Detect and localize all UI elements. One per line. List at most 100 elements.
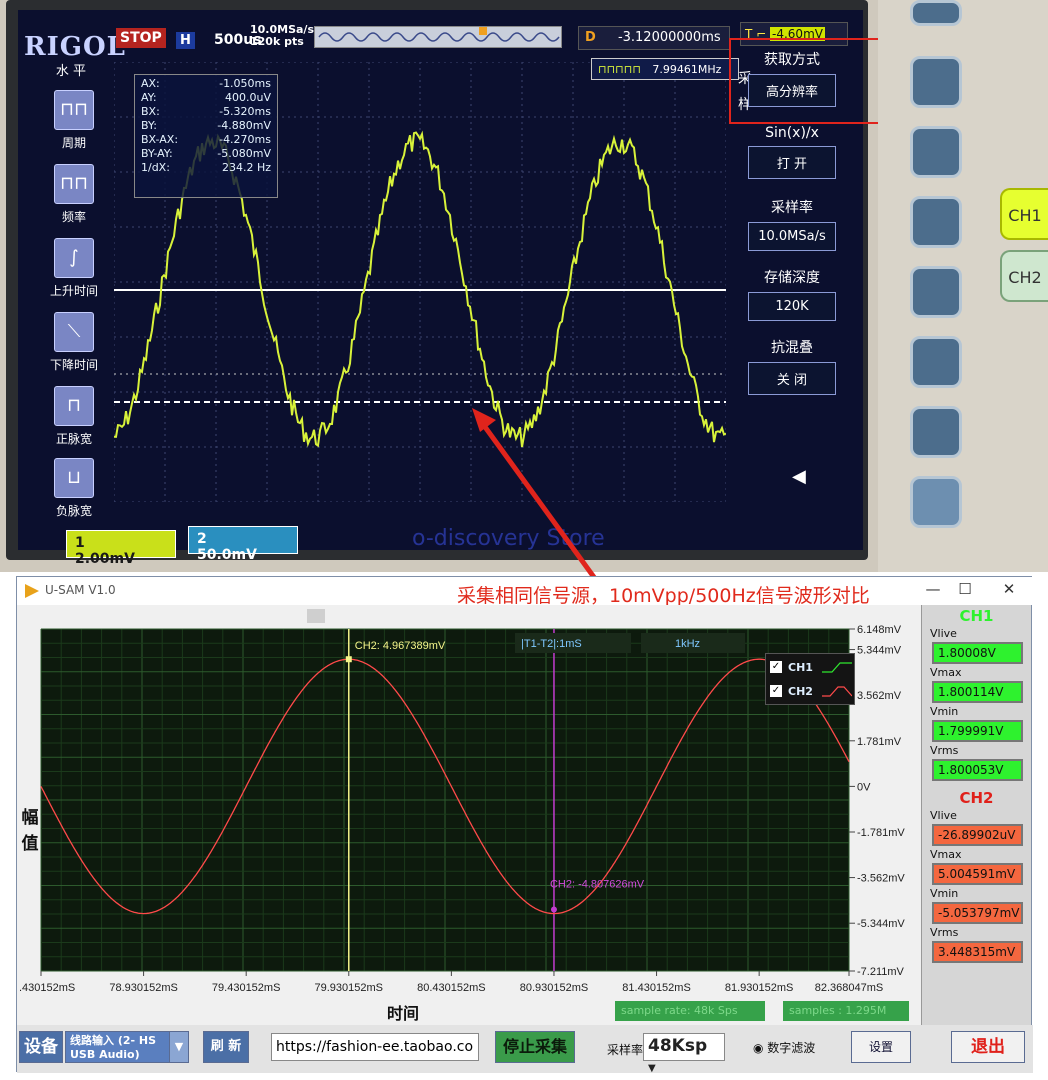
anti-alias-softkey[interactable]: 抗混叠 关 闭	[742, 334, 842, 401]
legend-ch2[interactable]: ✓ CH2	[770, 682, 854, 702]
ch1-hardware-button[interactable]: CH1	[1000, 188, 1048, 240]
chart-legend: ✓ CH1 ✓ CH2	[765, 653, 855, 705]
ch2-stats-header: CH2	[959, 789, 994, 807]
measure-period[interactable]: ⊓⊓ 周期	[40, 90, 108, 151]
sample-rate-label: 采样率	[607, 1043, 644, 1057]
softkey-5[interactable]	[910, 336, 962, 388]
y-tick-label: -7.211mV	[857, 966, 905, 978]
delay-value: -3.12000000ms	[617, 30, 721, 45]
positive-pulse-icon: ⊓	[54, 386, 94, 426]
ch2-hardware-button[interactable]: CH2	[1000, 250, 1048, 302]
meas-name: BY:	[141, 119, 157, 132]
close-button[interactable]: ✕	[989, 580, 1029, 602]
ch2-vrms-label: Vrms	[930, 926, 959, 939]
acquire-mode-highlight	[729, 38, 883, 124]
sample-rate-select-value: 48Ksp	[648, 1036, 708, 1056]
measure-menu: 水 平 ⊓⊓ 周期 ⊓⊓ 频率 ∫ 上升时间 ⟍ 下降时间 ⊓ 正脉宽 ⊔ 负脉…	[30, 60, 112, 530]
cursor-1-readout: CH2: 4.967389mV	[355, 640, 446, 652]
measure-fall-time[interactable]: ⟍ 下降时间	[40, 312, 108, 373]
samples-status: samples : 1.295M	[783, 1001, 909, 1021]
y-tick-label: 0V	[857, 781, 871, 793]
ch1-scale: 2.00mV	[75, 551, 135, 567]
measure-frequency[interactable]: ⊓⊓ 频率	[40, 164, 108, 225]
ch1-scale-badge: 1 2.00mV	[66, 530, 176, 567]
meas-value: -5.080mV	[217, 147, 271, 160]
chevron-down-icon[interactable]: ▼	[169, 1031, 189, 1063]
square-wave-icon: ⊓⊓⊓⊓⊓	[598, 63, 641, 76]
oscilloscope-photo: RIGOL STOP H 500us 10.0MSa/s 120k pts D …	[0, 0, 1048, 572]
device-label: 设备	[19, 1031, 63, 1063]
measure-fall-label: 下降时间	[49, 358, 98, 372]
softkey-1[interactable]	[910, 56, 962, 108]
x-tick-label: 80.430152mS	[417, 982, 486, 994]
meas-row: BY: -4.880mV	[141, 119, 271, 133]
waveform-panel: 6.148mV 5.344mV 3.562mV 1.781mV 0V -1.781mV -3…	[17, 605, 921, 1025]
meas-row: BY-AY: -5.080mV	[141, 147, 271, 161]
stop-capture-button[interactable]: 停止采集	[495, 1031, 575, 1063]
x-tick-label: 81.430152mS	[622, 982, 691, 994]
y-tick-label: 3.562mV	[857, 690, 902, 702]
frequency-counter-value: 7.99461MHz	[652, 63, 722, 76]
url-field[interactable]	[271, 1033, 479, 1061]
x-tick-label: 81.930152mS	[725, 982, 794, 994]
meas-name: 1/dX:	[141, 161, 170, 174]
sample-rate-status: sample rate: 48k Sps	[615, 1001, 765, 1021]
measure-period-label: 周期	[61, 136, 86, 150]
title-bar: U-SAM V1.0 采集相同信号源，10mVpp/500Hz信号波形对比 — …	[17, 577, 1033, 607]
maximize-button[interactable]: ☐	[945, 580, 985, 602]
y-axis-label: 幅 值	[21, 808, 39, 854]
meas-row: BX: -5.320ms	[141, 105, 271, 119]
memory-depth-softkey[interactable]: 存储深度 120K	[742, 264, 842, 327]
settings-button[interactable]: 设置	[851, 1031, 911, 1063]
cursor-freq: 1kHz	[675, 638, 700, 650]
ch1-number: 1	[75, 535, 85, 551]
x-tick-label: 82.368047mS	[815, 982, 884, 994]
cursor-2-readout: CH2: -4.807626mV	[550, 878, 645, 890]
softkey-down[interactable]	[910, 476, 962, 528]
x-tick-label: 80.930152mS	[520, 982, 589, 994]
softkey-3[interactable]	[910, 196, 962, 248]
ch2-number: 2	[197, 531, 207, 547]
cursor-delta: |T1-T2|:1mS	[521, 638, 582, 650]
ch1-vlive-label: Vlive	[930, 627, 957, 640]
refresh-button[interactable]: 刷 新	[203, 1031, 249, 1063]
legend-ch2-checkbox[interactable]: ✓	[770, 685, 782, 697]
ch1-vrms-label: Vrms	[930, 744, 959, 757]
memory-waveform-icon	[318, 27, 560, 42]
sample-rate-softkey[interactable]: 采样率 10.0MSa/s	[742, 194, 842, 257]
x-tick-label: 78.930152mS	[109, 982, 178, 994]
meas-value: 400.0uV	[225, 91, 271, 104]
sample-rate-select[interactable]: 48Ksp ▼	[643, 1033, 725, 1074]
softkey-6[interactable]	[910, 406, 962, 458]
softkey-4[interactable]	[910, 266, 962, 318]
legend-ch1[interactable]: ✓ CH1	[770, 658, 854, 678]
digital-filter-radio[interactable]: ◉ 数字滤波	[753, 1039, 815, 1056]
meas-value: -1.050ms	[219, 77, 271, 90]
top-scroll-thumb[interactable]	[307, 609, 325, 623]
softkey-2[interactable]	[910, 126, 962, 178]
meas-row: AY: 400.0uV	[141, 91, 271, 105]
chevron-down-icon: ▼	[648, 1063, 656, 1074]
menu-back-icon[interactable]: ◀	[792, 466, 806, 487]
measure-positive-pulse[interactable]: ⊓ 正脉宽	[40, 386, 108, 447]
exit-button[interactable]: 退出	[951, 1031, 1025, 1063]
y-tick-label: -3.562mV	[857, 873, 905, 885]
meas-row: BX-AX: -4.270ms	[141, 133, 271, 147]
measure-rise-time[interactable]: ∫ 上升时间	[40, 238, 108, 299]
ch2-vlive: -26.89902uV	[932, 824, 1023, 846]
meas-row: AX: -1.050ms	[141, 77, 271, 91]
bottom-toolbar: 设备 线路输入 (2- HS USB Audio) ▼ 刷 新 停止采集 采样率…	[17, 1025, 1033, 1074]
x-tick-label: 79.930152mS	[315, 982, 384, 994]
delay-label: D	[585, 30, 596, 45]
memory-position-bar	[314, 26, 562, 48]
sinx-softkey[interactable]: Sin(x)/x 打 开	[742, 122, 842, 185]
y-axis-ticks: 6.148mV 5.344mV 3.562mV 1.781mV 0V -1.781mV -3…	[849, 624, 905, 978]
measure-negative-pulse[interactable]: ⊔ 负脉宽	[40, 458, 108, 519]
scope-brand-logo: RIGOL	[24, 32, 126, 62]
radio-dot-icon: ◉	[753, 1041, 768, 1055]
legend-ch1-checkbox[interactable]: ✓	[770, 661, 782, 673]
store-watermark: o-discovery Store	[412, 526, 605, 551]
measure-positive-label: 正脉宽	[55, 432, 92, 446]
cursor-2-marker	[550, 906, 557, 913]
softkey-up[interactable]	[910, 0, 962, 26]
